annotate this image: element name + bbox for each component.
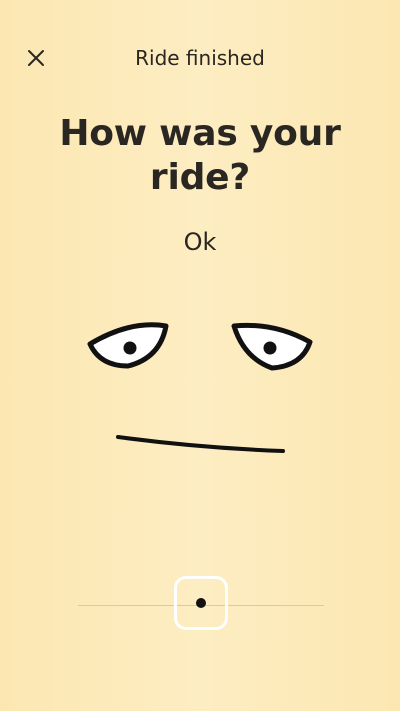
rating-value-label: Ok (183, 228, 217, 256)
face-illustration (87, 322, 313, 453)
page-title: Ride finished (135, 46, 265, 70)
left-eye (87, 322, 169, 369)
right-eye (231, 322, 313, 371)
slider-thumb-dot (196, 598, 206, 608)
mouth (116, 435, 285, 453)
rating-slider[interactable] (78, 576, 324, 636)
ride-rating-screen: Ride finished How was your ride? Ok (0, 0, 400, 711)
rating-question: How was your ride? (59, 113, 341, 198)
slider-thumb[interactable] (174, 576, 228, 630)
header: Ride finished (0, 0, 400, 116)
